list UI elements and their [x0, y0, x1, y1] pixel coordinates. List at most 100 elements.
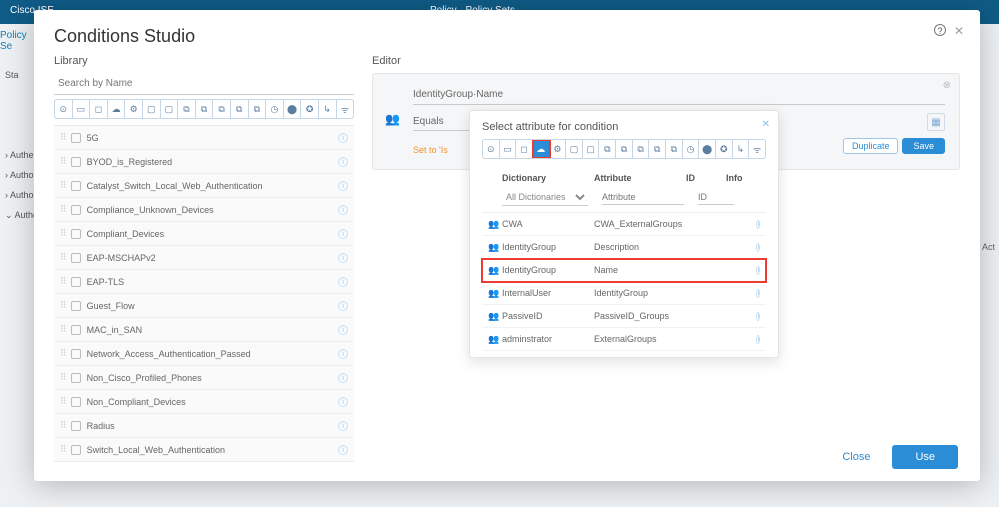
library-filter-icon[interactable]: ᯤ — [337, 100, 354, 118]
attribute-row[interactable]: 👥adminstratorExternalGroupsi — [482, 328, 766, 351]
drag-handle-icon[interactable]: ⠿ — [60, 396, 65, 407]
popover-filter-icon[interactable]: ◷ — [683, 140, 700, 158]
dictionary-filter-select[interactable]: All Dictionaries — [502, 189, 588, 206]
library-filter-icon[interactable]: ◻ — [90, 100, 108, 118]
attribute-row[interactable]: 👥InternalUserIdentityGroupi — [482, 282, 766, 305]
id-filter-input[interactable] — [698, 190, 734, 205]
close-button[interactable]: Close — [828, 445, 884, 469]
info-icon[interactable]: i — [338, 445, 348, 455]
save-button[interactable]: Save — [902, 138, 945, 154]
info-icon[interactable]: i — [338, 277, 348, 287]
library-condition-item[interactable]: ⠿Catalyst_Switch_Local_Web_Authenticatio… — [54, 174, 354, 198]
info-icon[interactable]: i — [756, 312, 760, 321]
attribute-input[interactable] — [413, 85, 945, 105]
drag-handle-icon[interactable]: ⠿ — [60, 324, 65, 335]
info-icon[interactable]: i — [338, 133, 348, 143]
library-filter-icon[interactable]: ↳ — [319, 100, 337, 118]
popover-filter-icon[interactable]: ᯤ — [749, 140, 765, 158]
help-icon[interactable]: ? — [934, 24, 946, 36]
attribute-row[interactable]: 👥CWACWA_ExternalGroupsi — [482, 213, 766, 236]
popover-filter-icon[interactable]: ▢ — [583, 140, 600, 158]
info-icon[interactable]: i — [338, 157, 348, 167]
popover-filter-icon[interactable]: ⚙ — [550, 140, 567, 158]
library-filter-icon[interactable]: ▭ — [73, 100, 91, 118]
library-filter-icon[interactable]: ⊙ — [55, 100, 73, 118]
attribute-filter-input[interactable] — [602, 190, 684, 205]
info-icon[interactable]: i — [338, 397, 348, 407]
library-filter-icon[interactable]: ⧉ — [196, 100, 214, 118]
library-condition-item[interactable]: ⠿EAP-TLSi — [54, 270, 354, 294]
info-icon[interactable]: i — [338, 373, 348, 383]
info-icon[interactable]: i — [338, 181, 348, 191]
attribute-row[interactable]: 👥IdentityGroupNamei — [482, 259, 766, 282]
popover-filter-icon[interactable]: ☁ — [533, 140, 550, 158]
drag-handle-icon[interactable]: ⠿ — [60, 420, 65, 431]
close-icon[interactable]: ✕ — [954, 24, 964, 38]
info-icon[interactable]: i — [338, 253, 348, 263]
library-condition-item[interactable]: ⠿Compliant_Devicesi — [54, 222, 354, 246]
drag-handle-icon[interactable]: ⠿ — [60, 132, 65, 143]
popover-close-icon[interactable]: ✕ — [762, 119, 770, 130]
drag-handle-icon[interactable]: ⠿ — [60, 444, 65, 455]
library-filter-icon[interactable]: ⚙ — [125, 100, 143, 118]
popover-filter-icon[interactable]: ⊙ — [483, 140, 500, 158]
library-search-input[interactable] — [54, 73, 354, 95]
library-condition-item[interactable]: ⠿EAP-MSCHAPv2i — [54, 246, 354, 270]
library-filter-icon[interactable]: ⧉ — [213, 100, 231, 118]
info-icon[interactable]: i — [756, 266, 760, 275]
info-icon[interactable]: i — [756, 335, 760, 344]
library-condition-item[interactable]: ⠿Network_Access_Authentication_Passedi — [54, 342, 354, 366]
drag-handle-icon[interactable]: ⠿ — [60, 204, 65, 215]
info-icon[interactable]: i — [338, 229, 348, 239]
library-filter-icon[interactable]: ◷ — [266, 100, 284, 118]
popover-filter-icon[interactable]: ⧉ — [633, 140, 650, 158]
library-filter-icon[interactable]: ⬤ — [284, 100, 302, 118]
info-icon[interactable]: i — [756, 289, 760, 298]
library-filter-icon[interactable]: ⧉ — [178, 100, 196, 118]
popover-filter-icon[interactable]: ◻ — [516, 140, 533, 158]
editor-clear-icon[interactable]: ⊗ — [943, 80, 951, 91]
attribute-row[interactable]: 👥PassiveIDPassiveID_Groupsi — [482, 305, 766, 328]
library-condition-item[interactable]: ⠿Non_Compliant_Devicesi — [54, 390, 354, 414]
library-condition-item[interactable]: ⠿Compliance_Unknown_Devicesi — [54, 198, 354, 222]
drag-handle-icon[interactable]: ⠿ — [60, 348, 65, 359]
popover-filter-icon[interactable]: ⧉ — [599, 140, 616, 158]
popover-filter-icon[interactable]: ⧉ — [616, 140, 633, 158]
drag-handle-icon[interactable]: ⠿ — [60, 276, 65, 287]
library-condition-item[interactable]: ⠿BYOD_is_Registeredi — [54, 150, 354, 174]
popover-filter-icon[interactable]: ⧉ — [666, 140, 683, 158]
library-filter-icon[interactable]: ▢ — [143, 100, 161, 118]
popover-filter-icon[interactable]: ⬤ — [699, 140, 716, 158]
popover-filter-icon[interactable]: ▭ — [500, 140, 517, 158]
drag-handle-icon[interactable]: ⠿ — [60, 252, 65, 263]
drag-handle-icon[interactable]: ⠿ — [60, 300, 65, 311]
library-filter-icon[interactable]: ⧉ — [249, 100, 267, 118]
use-button[interactable]: Use — [892, 445, 958, 469]
popover-filter-icon[interactable]: ⧉ — [649, 140, 666, 158]
operator-select[interactable] — [413, 113, 473, 131]
library-filter-icon[interactable]: ▢ — [161, 100, 179, 118]
drag-handle-icon[interactable]: ⠿ — [60, 228, 65, 239]
grid-view-icon[interactable]: ▦ — [927, 113, 945, 131]
drag-handle-icon[interactable]: ⠿ — [60, 372, 65, 383]
library-condition-item[interactable]: ⠿Guest_Flowi — [54, 294, 354, 318]
library-condition-item[interactable]: ⠿Switch_Local_Web_Authenticationi — [54, 438, 354, 462]
library-filter-icon[interactable]: ✪ — [301, 100, 319, 118]
library-condition-item[interactable]: ⠿MAC_in_SANi — [54, 318, 354, 342]
drag-handle-icon[interactable]: ⠿ — [60, 180, 65, 191]
info-icon[interactable]: i — [338, 421, 348, 431]
drag-handle-icon[interactable]: ⠿ — [60, 156, 65, 167]
library-condition-item[interactable]: ⠿Radiusi — [54, 414, 354, 438]
info-icon[interactable]: i — [338, 205, 348, 215]
library-condition-item[interactable]: ⠿5Gi — [54, 126, 354, 150]
duplicate-button[interactable]: Duplicate — [843, 138, 899, 154]
info-icon[interactable]: i — [756, 220, 760, 229]
info-icon[interactable]: i — [338, 301, 348, 311]
info-icon[interactable]: i — [338, 325, 348, 335]
library-filter-icon[interactable]: ☁ — [108, 100, 126, 118]
set-to-isnot-link[interactable]: Set to 'Is — [413, 145, 448, 155]
popover-filter-icon[interactable]: ✪ — [716, 140, 733, 158]
library-filter-icon[interactable]: ⧉ — [231, 100, 249, 118]
info-icon[interactable]: i — [338, 349, 348, 359]
popover-filter-icon[interactable]: ↳ — [733, 140, 750, 158]
